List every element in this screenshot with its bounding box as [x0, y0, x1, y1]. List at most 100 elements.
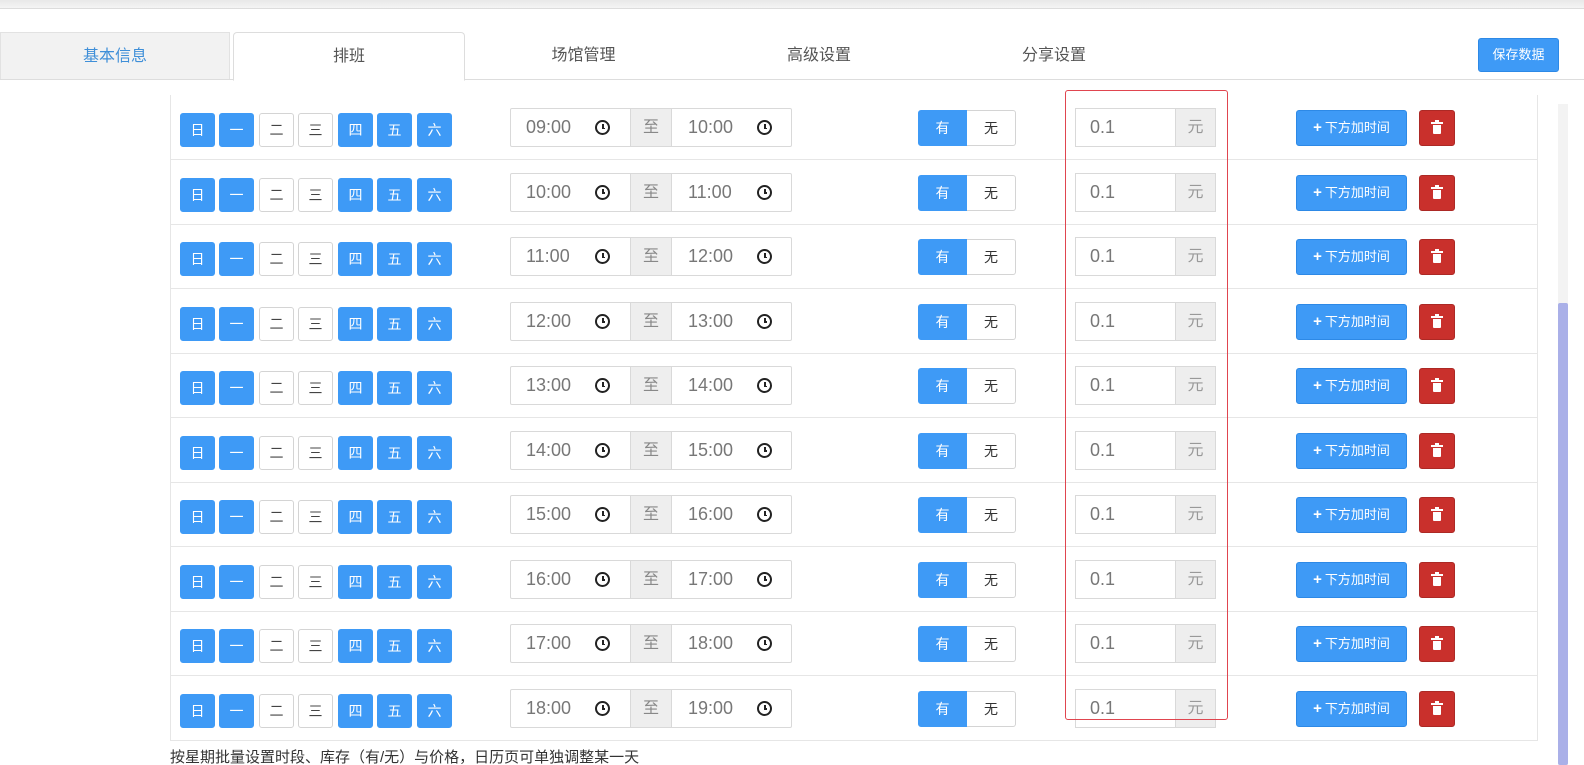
start-time-input[interactable]: 11:00	[511, 238, 630, 275]
weekday-toggle[interactable]: 四	[338, 242, 373, 276]
weekday-toggle[interactable]: 日	[180, 177, 215, 212]
delete-row-button[interactable]	[1419, 303, 1455, 340]
stock-yes-button[interactable]: 有	[918, 303, 967, 340]
delete-row-button[interactable]	[1419, 561, 1455, 598]
weekday-toggle[interactable]: 五	[377, 113, 412, 147]
weekday-toggle[interactable]: 四	[338, 371, 373, 405]
delete-row-button[interactable]	[1419, 110, 1455, 146]
stock-yes-button[interactable]: 有	[918, 368, 967, 404]
save-data-button[interactable]: 保存数据	[1478, 38, 1559, 72]
weekday-toggle[interactable]: 五	[377, 693, 412, 728]
weekday-toggle[interactable]: 一	[219, 306, 254, 341]
weekday-toggle[interactable]: 三	[298, 113, 333, 147]
weekday-toggle[interactable]: 四	[338, 629, 373, 663]
weekday-toggle[interactable]: 一	[219, 113, 254, 147]
weekday-toggle[interactable]: 日	[180, 242, 215, 276]
weekday-toggle[interactable]: 三	[298, 500, 333, 534]
delete-row-button[interactable]	[1419, 432, 1455, 469]
end-time-input[interactable]: 19:00	[672, 690, 791, 727]
clock-icon[interactable]	[595, 120, 610, 135]
weekday-toggle[interactable]: 一	[219, 629, 254, 663]
weekday-toggle[interactable]: 日	[180, 371, 215, 405]
price-input[interactable]: 0.1	[1076, 303, 1175, 340]
clock-icon[interactable]	[595, 378, 610, 393]
weekday-toggle[interactable]: 一	[219, 242, 254, 276]
clock-icon[interactable]	[595, 249, 610, 264]
weekday-toggle[interactable]: 三	[298, 306, 333, 341]
weekday-toggle[interactable]: 日	[180, 113, 215, 147]
price-input[interactable]: 0.1	[1076, 496, 1175, 533]
clock-icon[interactable]	[757, 184, 772, 200]
start-time-input[interactable]: 09:00	[511, 109, 630, 146]
weekday-toggle[interactable]: 四	[338, 113, 373, 147]
price-input[interactable]: 0.1	[1076, 367, 1175, 404]
weekday-toggle[interactable]: 六	[417, 242, 452, 276]
stock-no-button[interactable]: 无	[967, 174, 1016, 211]
clock-icon[interactable]	[757, 571, 772, 587]
start-time-input[interactable]: 12:00	[511, 303, 630, 340]
price-input[interactable]: 0.1	[1076, 432, 1175, 469]
price-input[interactable]: 0.1	[1076, 238, 1175, 275]
stock-no-button[interactable]: 无	[967, 626, 1016, 662]
delete-row-button[interactable]	[1419, 368, 1455, 404]
weekday-toggle[interactable]: 六	[417, 113, 452, 147]
weekday-toggle[interactable]: 三	[298, 629, 333, 663]
weekday-toggle[interactable]: 二	[259, 693, 294, 728]
weekday-toggle[interactable]: 日	[180, 693, 215, 728]
price-input[interactable]: 0.1	[1076, 561, 1175, 598]
add-time-below-button[interactable]: + 下方加时间	[1296, 239, 1407, 275]
weekday-toggle[interactable]: 四	[338, 564, 373, 599]
end-time-input[interactable]: 18:00	[672, 625, 791, 662]
stock-no-button[interactable]: 无	[967, 110, 1016, 146]
weekday-toggle[interactable]: 四	[338, 435, 373, 470]
add-time-below-button[interactable]: + 下方加时间	[1296, 303, 1407, 340]
tab-venue-management[interactable]: 场馆管理	[467, 32, 700, 79]
clock-icon[interactable]	[757, 313, 772, 329]
stock-no-button[interactable]: 无	[967, 432, 1016, 469]
add-time-below-button[interactable]: + 下方加时间	[1296, 497, 1407, 533]
weekday-toggle[interactable]: 六	[417, 629, 452, 663]
clock-icon[interactable]	[757, 249, 772, 264]
delete-row-button[interactable]	[1419, 497, 1455, 533]
scrollbar-thumb[interactable]	[1558, 303, 1568, 765]
weekday-toggle[interactable]: 二	[259, 500, 294, 534]
start-time-input[interactable]: 15:00	[511, 496, 630, 533]
weekday-toggle[interactable]: 一	[219, 564, 254, 599]
weekday-toggle[interactable]: 日	[180, 564, 215, 599]
add-time-below-button[interactable]: + 下方加时间	[1296, 110, 1407, 146]
start-time-input[interactable]: 16:00	[511, 561, 630, 598]
tab-basic-info[interactable]: 基本信息	[0, 32, 230, 79]
end-time-input[interactable]: 17:00	[672, 561, 791, 598]
end-time-input[interactable]: 14:00	[672, 367, 791, 404]
weekday-toggle[interactable]: 一	[219, 435, 254, 470]
weekday-toggle[interactable]: 三	[298, 371, 333, 405]
weekday-toggle[interactable]: 三	[298, 564, 333, 599]
clock-icon[interactable]	[595, 636, 610, 651]
weekday-toggle[interactable]: 六	[417, 371, 452, 405]
delete-row-button[interactable]	[1419, 239, 1455, 275]
weekday-toggle[interactable]: 四	[338, 177, 373, 212]
weekday-toggle[interactable]: 四	[338, 306, 373, 341]
delete-row-button[interactable]	[1419, 626, 1455, 662]
stock-no-button[interactable]: 无	[967, 368, 1016, 404]
clock-icon[interactable]	[757, 700, 772, 716]
weekday-toggle[interactable]: 六	[417, 306, 452, 341]
clock-icon[interactable]	[757, 120, 772, 135]
clock-icon[interactable]	[757, 442, 772, 458]
stock-no-button[interactable]: 无	[967, 303, 1016, 340]
weekday-toggle[interactable]: 六	[417, 564, 452, 599]
stock-yes-button[interactable]: 有	[918, 690, 967, 727]
end-time-input[interactable]: 10:00	[672, 109, 791, 146]
price-input[interactable]: 0.1	[1076, 625, 1175, 662]
add-time-below-button[interactable]: + 下方加时间	[1296, 690, 1407, 727]
weekday-toggle[interactable]: 五	[377, 435, 412, 470]
stock-yes-button[interactable]: 有	[918, 110, 967, 146]
stock-no-button[interactable]: 无	[967, 561, 1016, 598]
price-input[interactable]: 0.1	[1076, 174, 1175, 211]
tab-schedule[interactable]: 排班	[233, 32, 465, 81]
add-time-below-button[interactable]: + 下方加时间	[1296, 368, 1407, 404]
weekday-toggle[interactable]: 二	[259, 177, 294, 212]
weekday-toggle[interactable]: 二	[259, 242, 294, 276]
weekday-toggle[interactable]: 五	[377, 242, 412, 276]
clock-icon[interactable]	[595, 313, 610, 329]
